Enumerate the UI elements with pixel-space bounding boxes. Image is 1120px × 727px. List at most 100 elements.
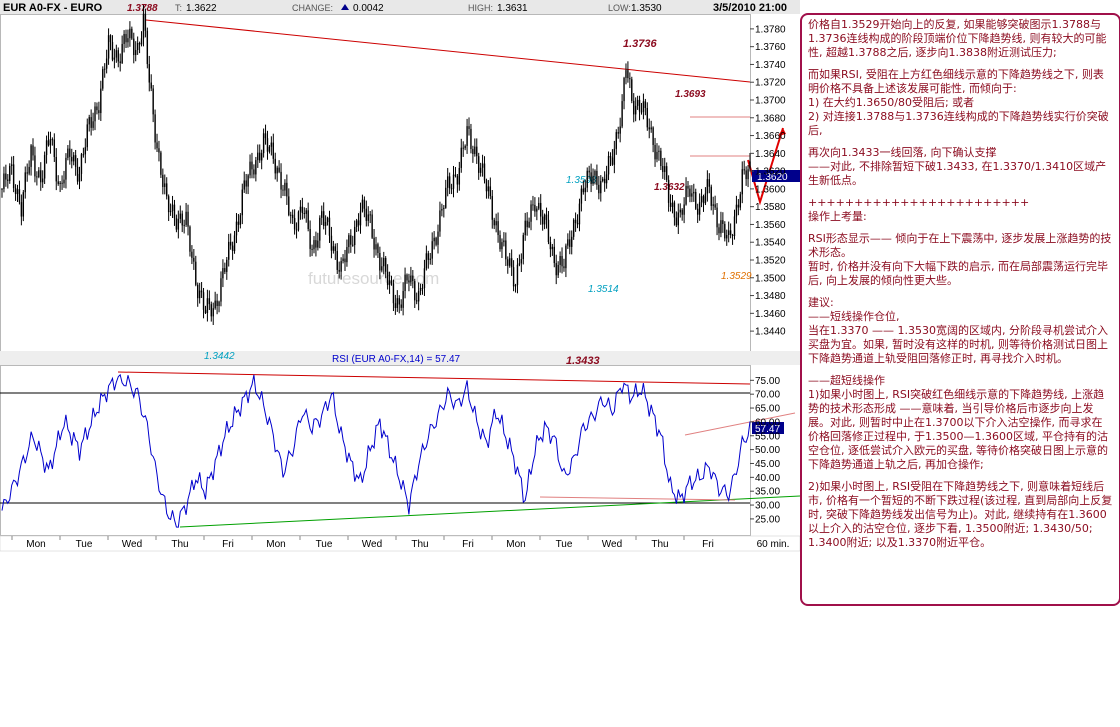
low-value: 1.3530 <box>631 3 662 14</box>
candle-body <box>588 170 590 173</box>
candle-body <box>181 213 183 226</box>
rsi-tick-label: 30.00 <box>755 501 780 512</box>
candle-body <box>272 142 274 159</box>
candle-body <box>84 147 87 155</box>
candle-body <box>545 214 548 220</box>
header-datetime: 3/5/2010 21:00 <box>713 2 787 14</box>
x-axis-label: Wed <box>362 539 382 550</box>
candle-body <box>514 285 517 287</box>
candle-body <box>677 212 680 226</box>
candle-body <box>7 179 9 181</box>
candle-body <box>233 235 236 252</box>
candle-body <box>607 156 610 175</box>
candle-body <box>348 235 350 248</box>
rsi-tick-label: 60.00 <box>755 417 780 428</box>
rsi-tick-label: 45.00 <box>755 459 780 470</box>
candle-body <box>214 300 216 309</box>
candle-body <box>576 223 579 225</box>
candle-body <box>121 43 123 64</box>
candle-body <box>450 188 453 190</box>
price-tick-label: 1.3780 <box>755 24 786 35</box>
candle-body <box>553 246 555 264</box>
candle-body <box>235 221 238 236</box>
candle-body <box>400 304 402 308</box>
candle-body <box>435 237 437 245</box>
candle-body <box>51 139 54 141</box>
candle-body <box>398 298 400 305</box>
candle-body <box>664 166 666 173</box>
x-axis-label: Mon <box>506 539 525 550</box>
candle-body <box>262 133 265 154</box>
candle-body <box>288 196 290 216</box>
candle-body <box>210 304 212 317</box>
candle-body <box>148 64 150 83</box>
candle-body <box>439 210 441 232</box>
candle-body <box>406 274 408 281</box>
annotation-1-3632: 1.3632 <box>654 182 685 193</box>
candle-body <box>67 148 69 158</box>
candle-body <box>49 139 52 146</box>
candle-body <box>125 34 127 43</box>
candle-body <box>433 237 435 242</box>
candle-body <box>443 207 445 210</box>
candle-body <box>394 303 397 308</box>
candle-body <box>72 155 75 162</box>
candle-body <box>706 179 709 194</box>
candle-body <box>10 164 13 166</box>
x-axis-label: Fri <box>462 539 474 550</box>
candle-body <box>113 57 116 60</box>
candle-body <box>567 239 569 246</box>
candle-body <box>222 268 224 279</box>
x-axis-label: Wed <box>122 539 142 550</box>
candle-body <box>150 82 152 89</box>
rsi-tick-label: 75.00 <box>755 376 780 387</box>
x-axis-label: Thu <box>171 539 188 550</box>
candle-body <box>689 188 691 197</box>
x-axis-label: Fri <box>702 539 714 550</box>
header-open-value: 1.3788 <box>127 3 158 14</box>
candle-body <box>189 226 191 252</box>
candle-body <box>646 107 648 128</box>
candle-body <box>472 149 474 155</box>
candle-body <box>448 176 451 189</box>
candle-body <box>228 241 230 260</box>
candle-body <box>526 220 528 228</box>
rsi-tick-label: 70.00 <box>755 390 780 401</box>
candle-body <box>421 287 424 289</box>
candle-body <box>167 196 170 213</box>
candle-body <box>342 258 344 262</box>
candle-body <box>71 156 73 162</box>
candle-body <box>14 188 17 195</box>
commentary-paragraph-1: 价格自1.3529开始向上的反复, 如果能够突破图示1.3788与1.3736连… <box>808 18 1107 59</box>
candle-body <box>57 181 59 184</box>
x-axis-label: 60 min. <box>757 539 790 550</box>
price-tick-label: 1.3560 <box>755 220 786 231</box>
candle-body <box>559 256 561 265</box>
candle-body <box>685 185 687 205</box>
candle-body <box>177 218 180 230</box>
candle-body <box>446 176 449 188</box>
candle-body <box>352 244 354 246</box>
x-axis-label: Fri <box>222 539 234 550</box>
candle-body <box>555 263 557 276</box>
candle-body <box>503 240 505 243</box>
candle-body <box>445 187 447 208</box>
candle-body <box>625 70 627 78</box>
candle-body <box>98 110 100 114</box>
commentary-paragraph-5: ——短线操作仓位, 当在1.3370 —— 1.3530宽阔的区域内, 分阶段寻… <box>808 310 1108 365</box>
candle-body <box>623 77 625 102</box>
annotation-1-3433: 1.3433 <box>566 355 600 367</box>
candle-body <box>127 38 129 43</box>
candle-body <box>644 101 647 108</box>
candle-body <box>69 148 71 157</box>
candle-body <box>123 34 125 44</box>
candle-body <box>569 239 571 247</box>
candle-body <box>231 245 234 252</box>
candle-body <box>501 242 503 250</box>
candle-body <box>520 259 523 264</box>
price-tick-label: 1.3680 <box>755 113 786 124</box>
candle-body <box>164 183 166 187</box>
candle-body <box>733 216 736 237</box>
candle-body <box>350 235 352 245</box>
candle-body <box>299 206 302 212</box>
